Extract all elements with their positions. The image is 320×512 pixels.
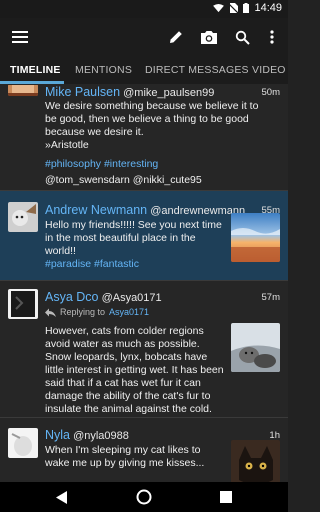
back-icon[interactable] [54,489,70,505]
system-nav-bar [0,482,288,512]
tweet-attribution: »Aristotle [45,139,89,151]
reply-indicator: Replying to Asya0171 [45,307,149,317]
hamburger-menu-icon[interactable] [10,27,30,47]
wifi-icon [213,3,225,12]
tab-timeline[interactable]: TIMELINE [10,56,61,84]
tweet-item[interactable]: Asya Dco @Asya0171 57m Replying to Asya0… [0,281,288,417]
tweet-header: Andrew Newmann @andrewnewmann [45,203,245,217]
tweet-header: Mike Paulsen @mike_paulsen99 [45,85,214,99]
tweet-text-main: We desire something because we believe i… [45,100,259,138]
compose-icon[interactable] [166,27,186,47]
tweet-time: 50m [261,87,280,98]
author-handle: @Asya0171 [101,292,162,304]
tweet-hashtags[interactable]: #philosophy #interesting [45,158,265,171]
reply-icon [45,308,56,317]
tweet-time: 57m [261,292,280,303]
tab-mentions[interactable]: MENTIONS [75,56,132,84]
home-icon[interactable] [136,489,152,505]
tab-direct-messages[interactable]: DIRECT MESSAGES [145,56,249,84]
status-time: 14:49 [254,2,282,14]
search-icon[interactable] [232,27,252,47]
timeline-feed[interactable]: Mike Paulsen @mike_paulsen99 50m We desi… [0,84,288,482]
tweet-text: Hello my friends!!!!! See you next time … [45,219,227,271]
status-bar: 14:49 [0,0,288,18]
avatar[interactable] [8,202,38,232]
battery-icon [243,3,250,13]
tweet-item[interactable]: Nyla @nyla0988 1h When I'm sleeping my c… [0,418,288,482]
avatar[interactable] [8,289,38,319]
tweet-text: We desire something because we believe i… [45,100,265,187]
tweet-header: Asya Dco @Asya0171 [45,290,162,304]
avatar[interactable] [8,84,38,96]
tweet-text: However, cats from colder regions avoid … [45,325,224,415]
more-vert-icon[interactable] [262,27,282,47]
tweet-media-thumbnail[interactable] [231,323,280,372]
tweet-text-main: Hello my friends!!!!! See you next time … [45,219,222,257]
reply-label: Replying to [60,307,106,317]
tweet-text: When I'm sleeping my cat likes to wake m… [45,444,205,469]
status-icons: 14:49 [213,2,282,14]
tweet-item[interactable]: Andrew Newmann @andrewnewmann 55m Hello … [0,191,288,280]
author-handle: @nyla0988 [73,430,129,442]
tweet-mentions[interactable]: @tom_swensdarn @nikki_cute95 [45,174,265,187]
tweet-item[interactable]: Mike Paulsen @mike_paulsen99 50m We desi… [0,84,288,190]
author-handle: @mike_paulsen99 [123,87,215,99]
author-name[interactable]: Nyla [45,428,70,442]
tab-video[interactable]: VIDEO S [252,56,288,84]
tweet-media-thumbnail[interactable] [231,440,280,482]
author-name[interactable]: Asya Dco [45,290,99,304]
tweet-header: Nyla @nyla0988 [45,428,129,442]
reply-to-handle[interactable]: Asya0171 [109,307,149,317]
tweet-media-thumbnail[interactable] [231,213,280,262]
app-bar [0,18,288,56]
author-name[interactable]: Andrew Newmann [45,203,147,217]
recents-icon[interactable] [218,489,234,505]
avatar[interactable] [8,428,38,458]
author-name[interactable]: Mike Paulsen [45,85,120,99]
no-sim-icon [229,3,239,13]
tab-bar: TIMELINE MENTIONS DIRECT MESSAGES VIDEO … [0,56,288,84]
camera-icon[interactable] [199,27,219,47]
tweet-hashtags[interactable]: #paradise #fantastic [45,258,227,271]
